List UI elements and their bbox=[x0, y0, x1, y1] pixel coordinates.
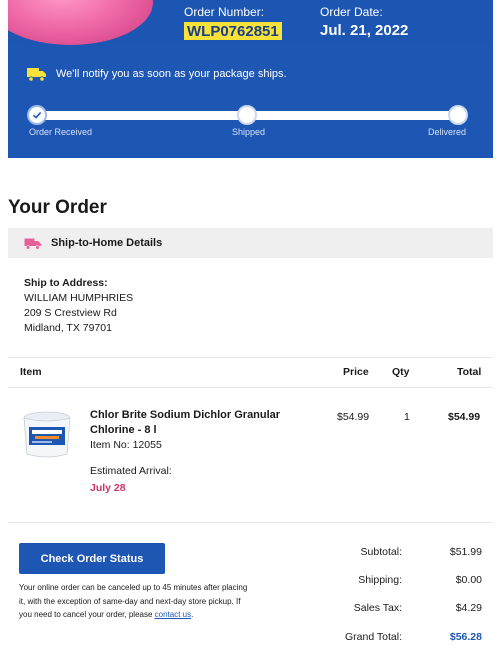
item-price: $54.99 bbox=[337, 411, 370, 423]
ship-to-address: Ship to Address: WILLIAM HUMPHRIES 209 S… bbox=[24, 276, 133, 336]
ship-notification: We'll notify you as soon as your package… bbox=[26, 66, 287, 82]
page-title: Your Order bbox=[8, 197, 107, 218]
cancel-note-text: Your online order can be canceled up to … bbox=[19, 583, 248, 619]
sales-tax-label: Sales Tax: bbox=[353, 602, 402, 614]
order-status-header: Order Number: WLP0762851 Order Date: Jul… bbox=[8, 0, 493, 158]
order-number-block: Order Number: WLP0762851 bbox=[184, 5, 282, 41]
product-name[interactable]: Chlor Brite Sodium Dichlor Granular Chlo… bbox=[90, 408, 290, 438]
shipping-value: $0.00 bbox=[455, 574, 482, 586]
check-icon bbox=[32, 112, 42, 119]
order-date-block: Order Date: Jul. 21, 2022 bbox=[320, 5, 408, 40]
subtotal-value: $51.99 bbox=[449, 546, 482, 558]
grand-total-value: $56.28 bbox=[449, 631, 482, 643]
step-dot-delivered bbox=[448, 105, 468, 125]
product-item-number: Item No: 12055 bbox=[90, 439, 162, 451]
column-header-item: Item bbox=[20, 366, 42, 378]
column-header-price: Price bbox=[343, 366, 369, 378]
address-street: 209 S Crestview Rd bbox=[24, 307, 117, 319]
truck-icon bbox=[27, 68, 46, 82]
contact-us-link[interactable]: contact us bbox=[155, 610, 191, 619]
sales-tax-value: $4.29 bbox=[455, 602, 482, 614]
order-date-label: Order Date: bbox=[320, 5, 383, 19]
ship-to-home-label: Ship-to-Home Details bbox=[51, 237, 163, 249]
address-city: Midland, TX 79701 bbox=[24, 322, 112, 334]
cancel-policy-note: Your online order can be canceled up to … bbox=[19, 581, 249, 622]
column-header-total: Total bbox=[457, 366, 482, 378]
order-date: Jul. 21, 2022 bbox=[320, 22, 409, 39]
product-image[interactable] bbox=[20, 408, 74, 460]
estimated-arrival-label: Estimated Arrival: bbox=[90, 465, 172, 477]
step-dot-order-received bbox=[27, 105, 47, 125]
shipping-label: Shipping: bbox=[358, 574, 402, 586]
ship-to-label: Ship to Address: bbox=[24, 277, 108, 289]
ship-to-home-icon bbox=[24, 238, 42, 250]
item-qty: 1 bbox=[404, 411, 410, 423]
ship-to-home-bar: Ship-to-Home Details bbox=[8, 228, 493, 258]
grand-total-label: Grand Total: bbox=[344, 631, 402, 643]
subtotal-label: Subtotal: bbox=[360, 546, 402, 558]
item-total: $54.99 bbox=[448, 411, 481, 423]
step-dot-shipped bbox=[237, 105, 257, 125]
order-number-label: Order Number: bbox=[184, 5, 265, 19]
step-label-order-received: Order Received bbox=[29, 127, 93, 137]
cancel-note-end: . bbox=[191, 610, 194, 619]
notify-text: We'll notify you as soon as your package… bbox=[56, 68, 287, 80]
step-label-shipped: Shipped bbox=[232, 127, 266, 137]
address-name: WILLIAM HUMPHRIES bbox=[24, 292, 134, 304]
divider bbox=[8, 357, 493, 358]
divider bbox=[8, 522, 493, 523]
step-label-delivered: Delivered bbox=[428, 127, 467, 137]
check-order-status-button[interactable]: Check Order Status bbox=[19, 543, 165, 574]
estimated-arrival-date: July 28 bbox=[90, 482, 126, 494]
column-header-qty: Qty bbox=[392, 366, 410, 378]
divider bbox=[8, 387, 493, 388]
order-number: WLP0762851 bbox=[184, 22, 282, 40]
